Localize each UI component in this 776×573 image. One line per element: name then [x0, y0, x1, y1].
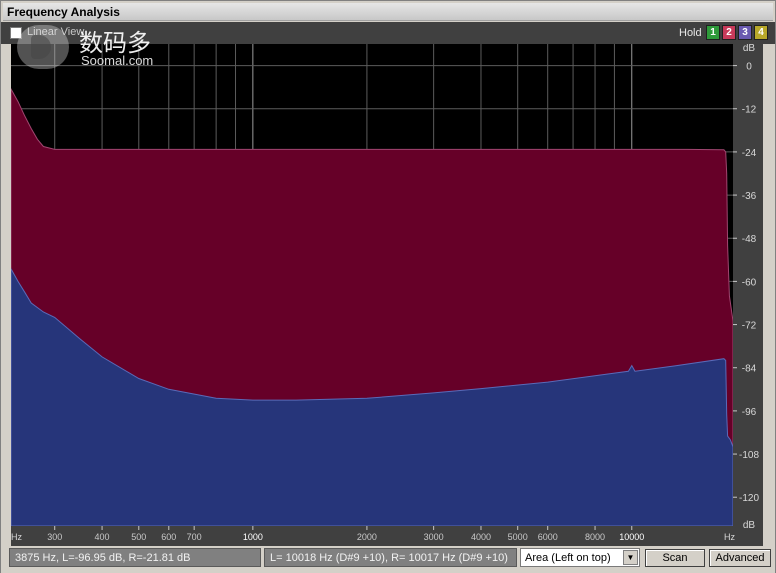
- hold-label: Hold: [679, 27, 702, 39]
- linear-view-checkbox[interactable]: [10, 27, 22, 39]
- x-tick-label: 300: [47, 532, 62, 542]
- y-axis-unit-label: dB: [743, 520, 756, 531]
- x-tick-label: 8000: [585, 532, 605, 542]
- hold-3-button[interactable]: 3: [738, 25, 752, 40]
- x-tick-label: 5000: [508, 532, 528, 542]
- y-axis-strip: [733, 44, 763, 546]
- display-mode-select[interactable]: Area (Left on top) ▼: [520, 548, 640, 567]
- display-mode-value: Area (Left on top): [525, 552, 611, 564]
- y-tick-label: -120: [739, 493, 759, 504]
- y-axis-unit-label: dB: [743, 44, 756, 54]
- y-tick-label: -24: [742, 148, 757, 159]
- peak-frequency-readout: L= 10018 Hz (D#9 +10), R= 10017 Hz (D#9 …: [264, 548, 517, 567]
- hold-1-button[interactable]: 1: [706, 25, 720, 40]
- x-tick-label: 400: [95, 532, 110, 542]
- x-tick-label: 700: [187, 532, 202, 542]
- x-tick-label: 6000: [538, 532, 558, 542]
- y-tick-label: -36: [742, 191, 757, 202]
- hold-4-button[interactable]: 4: [754, 25, 768, 40]
- advanced-button[interactable]: Advanced: [709, 549, 771, 567]
- cursor-readout: 3875 Hz, L=-96.95 dB, R=-21.81 dB: [9, 548, 261, 567]
- x-axis-unit-label: Hz: [11, 532, 22, 542]
- x-tick-label: 600: [161, 532, 176, 542]
- y-tick-label: -84: [742, 364, 757, 375]
- scan-button[interactable]: Scan: [645, 549, 705, 567]
- y-tick-label: -108: [739, 450, 759, 461]
- y-tick-label: 0: [746, 62, 752, 73]
- y-tick-label: -60: [742, 277, 757, 288]
- x-tick-label: 2000: [357, 532, 377, 542]
- x-tick-label: 4000: [471, 532, 491, 542]
- x-axis-unit-label: Hz: [724, 532, 735, 542]
- y-tick-label: -12: [742, 105, 757, 116]
- y-tick-label: -48: [742, 234, 757, 245]
- x-tick-label: 10000: [619, 532, 644, 542]
- x-tick-label: 500: [131, 532, 146, 542]
- x-tick-label: 1000: [243, 532, 263, 542]
- y-tick-label: -72: [742, 321, 757, 332]
- plot-toolbar: Linear View Hold 1 2 3 4: [1, 22, 775, 44]
- window-title: Frequency Analysis: [7, 5, 120, 19]
- x-tick-label: 3000: [424, 532, 444, 542]
- dropdown-arrow-icon[interactable]: ▼: [623, 550, 638, 565]
- spectrum-chart[interactable]: 0 -12 -24 -36 -48 -60 -72 -84 -96 -108 -120 dB dB 300…: [11, 44, 763, 546]
- spectrum-plot[interactable]: 0 -12 -24 -36 -48 -60 -72 -84 -96 -108 -120 dB dB 300…: [11, 44, 763, 546]
- title-bar: Frequency Analysis: [3, 3, 773, 21]
- linear-view-label: Linear View: [27, 26, 85, 38]
- hold-2-button[interactable]: 2: [722, 25, 736, 40]
- status-bar: 3875 Hz, L=-96.95 dB, R=-21.81 dB L= 100…: [1, 546, 775, 573]
- frequency-analysis-window: Frequency Analysis Linear View Hold 1 2 …: [0, 0, 776, 573]
- y-tick-label: -96: [742, 407, 757, 418]
